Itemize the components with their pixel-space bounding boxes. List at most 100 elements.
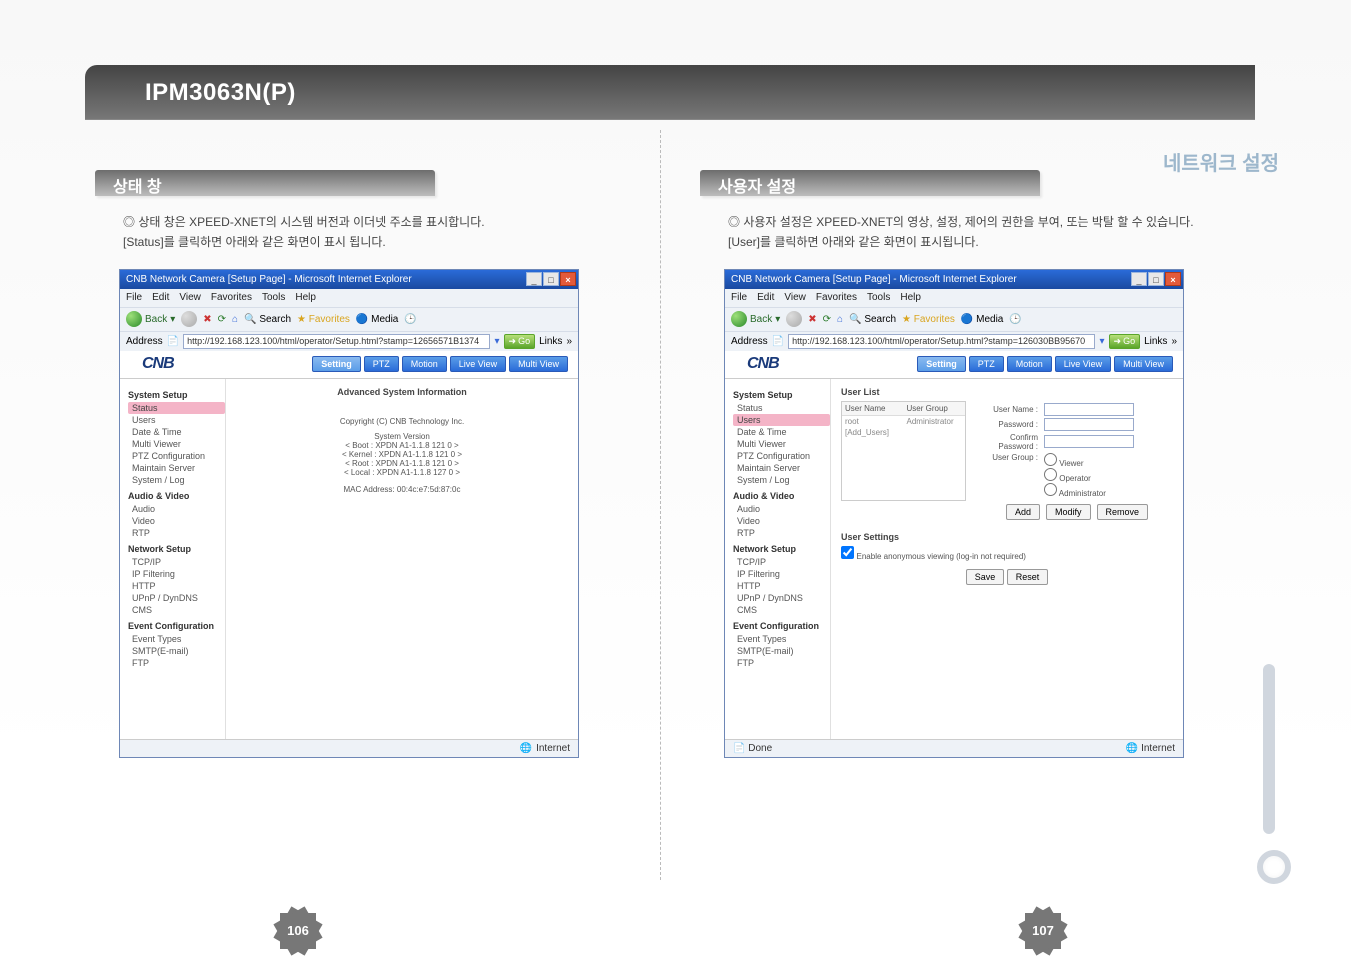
forward-button[interactable] <box>181 311 197 327</box>
sidebar-item-eventtypes[interactable]: Event Types <box>128 633 225 645</box>
favorites-button[interactable]: ★ Favorites <box>902 314 955 325</box>
sidebar-item-multiviewer[interactable]: Multi Viewer <box>733 438 830 450</box>
menu-view[interactable]: View <box>179 292 201 303</box>
username-input[interactable] <box>1044 403 1134 416</box>
history-icon[interactable]: 🕒 <box>1009 314 1021 325</box>
search-button[interactable]: 🔍 Search <box>849 314 896 325</box>
close-icon[interactable]: × <box>1165 272 1181 286</box>
add-button[interactable]: Add <box>1006 504 1040 520</box>
tab-motion[interactable]: Motion <box>1007 356 1052 372</box>
add-users-link[interactable]: [Add_Users] <box>842 427 965 438</box>
sidebar-item-users[interactable]: Users <box>733 414 830 426</box>
sidebar-item-maintain[interactable]: Maintain Server <box>733 462 830 474</box>
stop-icon[interactable]: ✖ <box>203 314 211 325</box>
tab-setting[interactable]: Setting <box>312 356 361 372</box>
sidebar-item-datetime[interactable]: Date & Time <box>128 426 225 438</box>
menu-view[interactable]: View <box>784 292 806 303</box>
menu-file[interactable]: File <box>126 292 142 303</box>
sidebar-item-video[interactable]: Video <box>733 515 830 527</box>
menu-favorites[interactable]: Favorites <box>211 292 252 303</box>
anon-checkbox[interactable] <box>841 546 854 559</box>
sidebar-item-http[interactable]: HTTP <box>733 580 830 592</box>
reset-button[interactable]: Reset <box>1007 569 1049 585</box>
sidebar-item-smtp[interactable]: SMTP(E-mail) <box>733 645 830 657</box>
go-button[interactable]: ➜ Go <box>504 334 536 349</box>
address-dropdown-icon[interactable]: ▾ <box>494 336 499 347</box>
tab-setting[interactable]: Setting <box>917 356 966 372</box>
sidebar-item-status[interactable]: Status <box>128 402 225 414</box>
sidebar-item-maintain[interactable]: Maintain Server <box>128 462 225 474</box>
address-input[interactable] <box>788 334 1095 349</box>
forward-button[interactable] <box>786 311 802 327</box>
menu-file[interactable]: File <box>731 292 747 303</box>
tab-ptz[interactable]: PTZ <box>364 356 399 372</box>
sidebar-item-smtp[interactable]: SMTP(E-mail) <box>128 645 225 657</box>
menu-help[interactable]: Help <box>295 292 316 303</box>
sidebar-item-ptzconfig[interactable]: PTZ Configuration <box>128 450 225 462</box>
sidebar-item-upnp[interactable]: UPnP / DynDNS <box>733 592 830 604</box>
refresh-icon[interactable]: ⟳ <box>218 314 226 325</box>
home-icon[interactable]: ⌂ <box>232 314 238 325</box>
address-dropdown-icon[interactable]: ▾ <box>1099 336 1104 347</box>
minimize-icon[interactable]: _ <box>1131 272 1147 286</box>
back-button[interactable]: Back ▾ <box>126 311 175 327</box>
tab-liveview[interactable]: Live View <box>1055 356 1111 372</box>
sidebar-item-upnp[interactable]: UPnP / DynDNS <box>128 592 225 604</box>
save-button[interactable]: Save <box>966 569 1005 585</box>
sidebar-item-users[interactable]: Users <box>128 414 225 426</box>
links-label[interactable]: Links <box>1144 336 1167 347</box>
sidebar-item-multiviewer[interactable]: Multi Viewer <box>128 438 225 450</box>
sidebar-item-datetime[interactable]: Date & Time <box>733 426 830 438</box>
links-chevron-icon[interactable]: » <box>1171 336 1177 347</box>
links-chevron-icon[interactable]: » <box>566 336 572 347</box>
refresh-icon[interactable]: ⟳ <box>823 314 831 325</box>
sidebar-item-ftp[interactable]: FTP <box>733 657 830 669</box>
remove-button[interactable]: Remove <box>1097 504 1149 520</box>
search-button[interactable]: 🔍 Search <box>244 314 291 325</box>
sidebar-item-audio[interactable]: Audio <box>733 503 830 515</box>
go-button[interactable]: ➜ Go <box>1109 334 1141 349</box>
password-input[interactable] <box>1044 418 1134 431</box>
tab-ptz[interactable]: PTZ <box>969 356 1004 372</box>
radio-operator[interactable] <box>1044 468 1057 481</box>
sidebar-item-eventtypes[interactable]: Event Types <box>733 633 830 645</box>
radio-admin[interactable] <box>1044 483 1057 496</box>
menu-tools[interactable]: Tools <box>262 292 285 303</box>
menu-edit[interactable]: Edit <box>757 292 774 303</box>
tab-multiview[interactable]: Multi View <box>1114 356 1173 372</box>
menu-tools[interactable]: Tools <box>867 292 890 303</box>
media-button[interactable]: 🔵 Media <box>356 314 398 325</box>
history-icon[interactable]: 🕒 <box>404 314 416 325</box>
confirm-password-input[interactable] <box>1044 435 1134 448</box>
sidebar-item-ftp[interactable]: FTP <box>128 657 225 669</box>
table-row[interactable]: root Administrator <box>842 416 965 427</box>
sidebar-item-ipfilter[interactable]: IP Filtering <box>733 568 830 580</box>
sidebar-item-cms[interactable]: CMS <box>733 604 830 616</box>
tab-liveview[interactable]: Live View <box>450 356 506 372</box>
sidebar-item-status[interactable]: Status <box>733 402 830 414</box>
favorites-button[interactable]: ★ Favorites <box>297 314 350 325</box>
menu-favorites[interactable]: Favorites <box>816 292 857 303</box>
sidebar-item-cms[interactable]: CMS <box>128 604 225 616</box>
sidebar-item-systemlog[interactable]: System / Log <box>128 474 225 486</box>
sidebar-item-tcpip[interactable]: TCP/IP <box>128 556 225 568</box>
sidebar-item-ptzconfig[interactable]: PTZ Configuration <box>733 450 830 462</box>
sidebar-item-video[interactable]: Video <box>128 515 225 527</box>
close-icon[interactable]: × <box>560 272 576 286</box>
menu-help[interactable]: Help <box>900 292 921 303</box>
home-icon[interactable]: ⌂ <box>837 314 843 325</box>
address-input[interactable] <box>183 334 490 349</box>
maximize-icon[interactable]: □ <box>543 272 559 286</box>
sidebar-item-systemlog[interactable]: System / Log <box>733 474 830 486</box>
back-button[interactable]: Back ▾ <box>731 311 780 327</box>
tab-motion[interactable]: Motion <box>402 356 447 372</box>
tab-multiview[interactable]: Multi View <box>509 356 568 372</box>
maximize-icon[interactable]: □ <box>1148 272 1164 286</box>
minimize-icon[interactable]: _ <box>526 272 542 286</box>
modify-button[interactable]: Modify <box>1046 504 1091 520</box>
sidebar-item-rtp[interactable]: RTP <box>128 527 225 539</box>
stop-icon[interactable]: ✖ <box>808 314 816 325</box>
sidebar-item-audio[interactable]: Audio <box>128 503 225 515</box>
sidebar-item-rtp[interactable]: RTP <box>733 527 830 539</box>
sidebar-item-http[interactable]: HTTP <box>128 580 225 592</box>
